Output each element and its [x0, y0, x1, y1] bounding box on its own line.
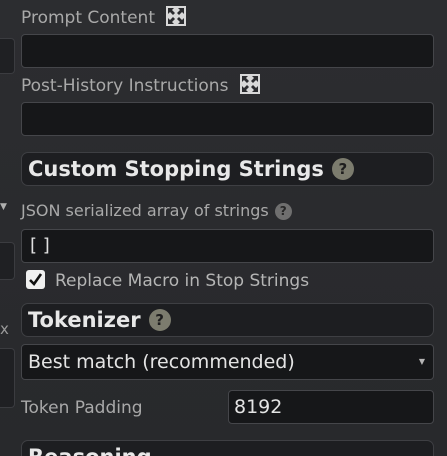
chevron-down-icon: ▼: [418, 357, 425, 366]
checkmark-icon: [29, 273, 43, 287]
post-history-label-text: Post-History Instructions: [21, 76, 229, 96]
prompt-content-textarea[interactable]: [21, 34, 434, 68]
reasoning-title: Reasoning: [28, 445, 152, 456]
left-panel-input[interactable]: [0, 242, 15, 280]
custom-stopping-strings-title: Custom Stopping Strings: [28, 157, 324, 181]
custom-stopping-strings-header[interactable]: Custom Stopping Strings?: [21, 152, 434, 186]
post-history-textarea[interactable]: [21, 102, 434, 136]
expand-arrows-icon[interactable]: [166, 6, 187, 31]
left-panel-dropdown-caret-icon[interactable]: ▼: [0, 202, 7, 212]
json-array-label-text: JSON serialized array of strings: [21, 201, 269, 220]
tokenizer-selected-value: Best match (recommended): [28, 351, 295, 373]
token-padding-label: Token Padding: [21, 398, 143, 418]
replace-macro-label: Replace Macro in Stop Strings: [55, 271, 310, 291]
token-padding-input[interactable]: 8192: [228, 390, 434, 424]
post-history-label: Post-History Instructions: [21, 74, 260, 99]
help-icon[interactable]: ?: [331, 158, 354, 180]
left-panel-input[interactable]: [0, 38, 15, 74]
left-panel-x-label: x: [0, 320, 9, 338]
replace-macro-checkbox[interactable]: [26, 270, 45, 289]
prompt-content-label-text: Prompt Content: [21, 8, 155, 28]
json-array-label: JSON serialized array of strings?: [21, 201, 292, 220]
help-icon[interactable]: ?: [274, 203, 292, 220]
tokenizer-header[interactable]: Tokenizer?: [21, 303, 434, 337]
stopping-strings-input[interactable]: [ ]: [21, 229, 434, 263]
reasoning-header[interactable]: Reasoning: [21, 440, 434, 456]
tokenizer-title: Tokenizer: [28, 308, 141, 332]
prompt-content-label: Prompt Content: [21, 6, 187, 31]
expand-arrows-icon[interactable]: [239, 74, 260, 99]
tokenizer-select[interactable]: Best match (recommended) ▼: [21, 344, 434, 380]
replace-macro-row[interactable]: Replace Macro in Stop Strings: [26, 270, 309, 291]
left-panel-textarea[interactable]: [0, 348, 15, 408]
help-icon[interactable]: ?: [148, 309, 171, 331]
settings-panel: ▼ x Prompt Content Post-History Instruct…: [0, 0, 447, 456]
